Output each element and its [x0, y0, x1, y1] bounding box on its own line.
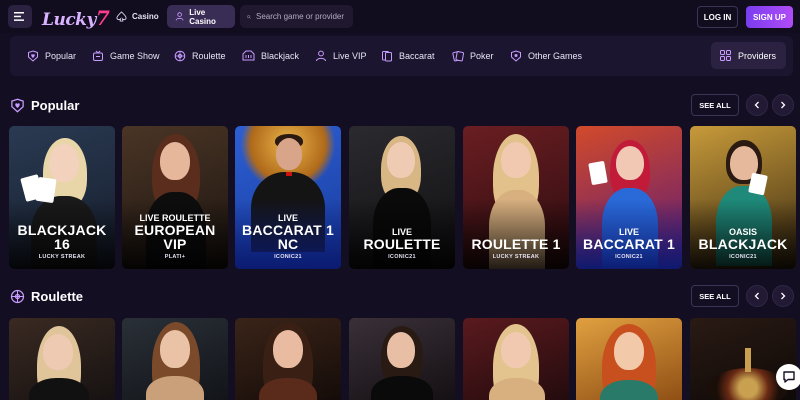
game-card[interactable]: [122, 318, 228, 400]
prev-roulette-button[interactable]: [746, 285, 768, 307]
chat-button[interactable]: [776, 364, 800, 390]
person-icon: [175, 12, 184, 21]
login-button[interactable]: LOG IN: [697, 6, 738, 28]
game-card[interactable]: [463, 318, 569, 400]
nav-live-casino-label: Live Casino: [189, 7, 216, 26]
next-roulette-button[interactable]: [772, 285, 794, 307]
chat-icon: [783, 371, 795, 383]
category-game-show[interactable]: Game Show: [92, 36, 160, 76]
category-roulette[interactable]: Roulette: [174, 36, 226, 76]
category-other-games[interactable]: Other Games: [510, 36, 582, 76]
game-card[interactable]: LIVE ROULETTE EUROPEAN VIP PLATI+: [122, 126, 228, 269]
game-title: BLACKJACK 16: [17, 222, 107, 252]
chevron-right-icon: [781, 101, 786, 109]
game-card-text: BLACKJACK 16 LUCKY STREAK: [9, 223, 115, 260]
next-popular-button[interactable]: [772, 94, 794, 116]
game-card-text: LIVE ROULETTE EUROPEAN VIP PLATI+: [122, 213, 228, 260]
game-card[interactable]: [349, 318, 455, 400]
game-provider: ICONIC21: [274, 254, 302, 260]
game-title: ROULETTE 1: [471, 236, 561, 252]
game-card-text: LIVE ROULETTE ICONIC21: [349, 227, 455, 260]
section-popular-header: Popular: [10, 95, 79, 115]
game-provider: ICONIC21: [388, 254, 416, 260]
category-live-vip[interactable]: Live VIP: [315, 36, 367, 76]
game-card[interactable]: LIVE BACCARAT 1 ICONIC21: [576, 126, 682, 269]
game-card[interactable]: [690, 318, 796, 400]
vip-person-icon: [316, 50, 326, 62]
game-card-text: LIVE BACCARAT 1 ICONIC21: [576, 227, 682, 260]
game-card-text: OASIS BLACKJACK ICONIC21: [690, 227, 796, 260]
other-games-icon: [511, 50, 521, 62]
game-card[interactable]: LIVE BACCARAT 1 NC ICONIC21: [235, 126, 341, 269]
top-bar: Lucky7 Casino Live Casino LOG IN SIGN UP: [0, 0, 800, 33]
game-card[interactable]: OASIS BLACKJACK ICONIC21: [690, 126, 796, 269]
game-card[interactable]: LIVE ROULETTE ICONIC21: [349, 126, 455, 269]
nav-casino[interactable]: Casino: [108, 5, 167, 28]
chevron-left-icon: [754, 101, 759, 109]
search-input[interactable]: [256, 12, 346, 21]
spade-icon: [116, 11, 127, 22]
heart-badge-icon: [11, 98, 24, 113]
game-card-text: ROULETTE 1 LUCKY STREAK: [463, 237, 569, 260]
roulette-icon: [174, 50, 186, 62]
game-card[interactable]: ROULETTE 1 LUCKY STREAK: [463, 126, 569, 269]
game-title: BLACKJACK: [698, 236, 788, 252]
see-all-popular-button[interactable]: SEE ALL: [691, 94, 739, 116]
game-card-text: LIVE BACCARAT 1 NC ICONIC21: [235, 213, 341, 260]
game-card[interactable]: BLACKJACK 16 LUCKY STREAK: [9, 126, 115, 269]
heart-badge-icon: [28, 50, 38, 62]
game-title: EUROPEAN VIP: [134, 222, 216, 252]
category-blackjack[interactable]: Blackjack: [242, 36, 299, 76]
nav-live-casino[interactable]: Live Casino: [167, 5, 235, 28]
game-card[interactable]: [9, 318, 115, 400]
prev-popular-button[interactable]: [746, 94, 768, 116]
section-title: Roulette: [31, 288, 83, 304]
roulette-icon: [10, 289, 25, 303]
chevron-left-icon: [754, 292, 759, 300]
game-provider: LUCKY STREAK: [492, 254, 540, 260]
poker-icon: [452, 51, 464, 62]
game-title: ROULETTE: [363, 236, 441, 252]
category-popular[interactable]: Popular: [27, 36, 76, 76]
search-icon: [247, 14, 251, 19]
game-title: BACCARAT 1 NC: [242, 222, 334, 252]
game-provider: ICONIC21: [729, 254, 757, 260]
category-bar: Popular Game Show Roulette Blackjack Liv…: [10, 36, 793, 76]
grid-icon: [720, 50, 731, 61]
game-provider: LUCKY STREAK: [38, 254, 86, 260]
game-title: BACCARAT 1: [583, 236, 675, 252]
section-title: Popular: [31, 97, 80, 113]
nav-casino-label: Casino: [132, 12, 159, 21]
see-all-roulette-button[interactable]: SEE ALL: [691, 285, 739, 307]
baccarat-icon: [382, 51, 392, 62]
search-box[interactable]: [240, 5, 353, 28]
menu-button[interactable]: [8, 5, 32, 28]
section-roulette-header: Roulette: [10, 286, 83, 306]
category-baccarat[interactable]: Baccarat: [381, 36, 435, 76]
game-provider: ICONIC21: [615, 254, 643, 260]
game-card[interactable]: [235, 318, 341, 400]
signup-button[interactable]: SIGN UP: [746, 6, 793, 28]
category-poker[interactable]: Poker: [452, 36, 494, 76]
providers-button[interactable]: Providers: [711, 42, 786, 69]
game-show-icon: [93, 50, 103, 61]
game-card[interactable]: [576, 318, 682, 400]
chevron-right-icon: [781, 292, 786, 300]
blackjack-icon: [242, 50, 255, 61]
hamburger-menu-icon: [14, 12, 24, 21]
game-provider: PLATI+: [164, 254, 186, 260]
site-logo[interactable]: Lucky7: [42, 6, 110, 30]
